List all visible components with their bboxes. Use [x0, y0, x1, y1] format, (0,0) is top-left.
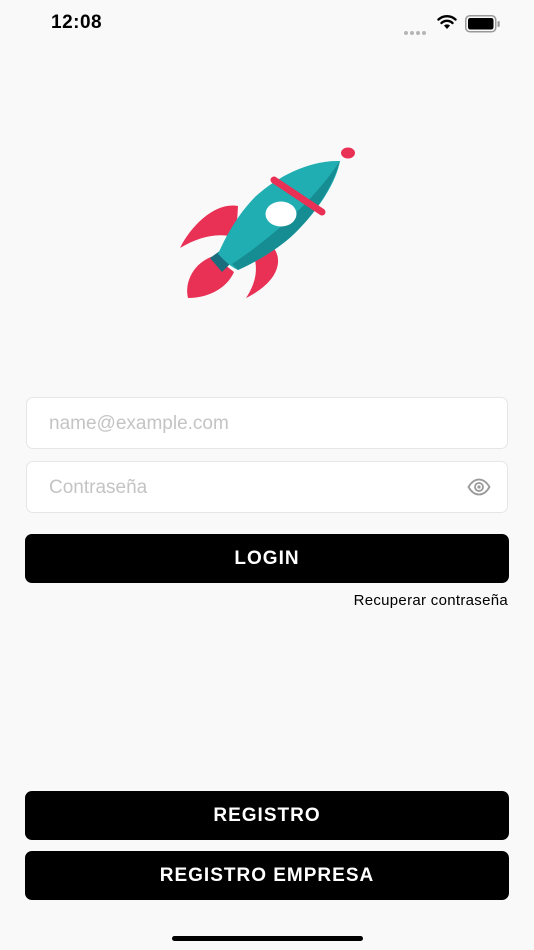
wifi-icon [437, 15, 457, 29]
home-indicator[interactable] [172, 936, 363, 941]
rocket-logo [180, 147, 355, 298]
status-time: 12:08 [51, 12, 103, 33]
email-input[interactable] [47, 398, 471, 450]
forgot-password-link[interactable]: Recuperar contraseña [354, 592, 508, 609]
password-field[interactable] [26, 461, 508, 514]
eye-icon[interactable] [467, 477, 491, 497]
cellular-signal-icon [404, 22, 428, 40]
status-bar: 12:08 [0, 0, 534, 50]
email-field[interactable] [26, 397, 508, 450]
battery-icon [465, 15, 500, 33]
register-company-button[interactable]: REGISTRO EMPRESA [25, 851, 509, 900]
register-button[interactable]: REGISTRO [25, 791, 509, 840]
password-input[interactable] [47, 462, 471, 514]
login-button[interactable]: LOGIN [25, 534, 509, 583]
